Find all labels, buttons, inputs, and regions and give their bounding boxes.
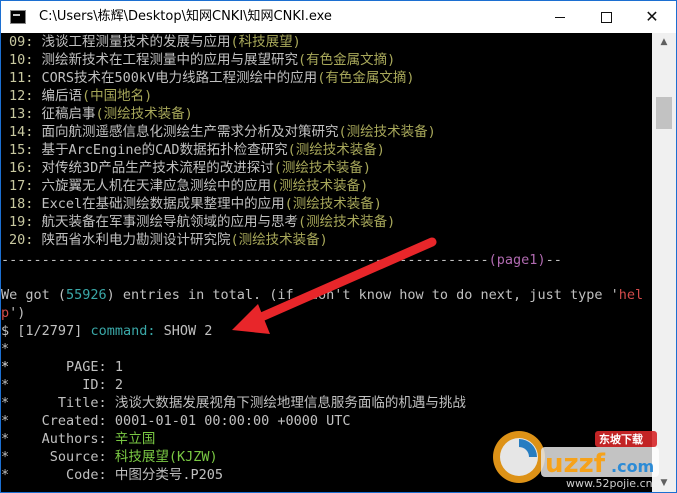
- maximize-icon: [600, 11, 612, 23]
- watermark-domain: .com: [611, 457, 654, 476]
- detail-field-page: * PAGE: 1: [1, 359, 123, 375]
- detail-field-authors: * Authors: 辛立国: [1, 431, 156, 447]
- console-app-icon: [10, 10, 26, 24]
- title-bar[interactable]: C:\Users\栋辉\Desktop\知网CNKI\知网CNKI.exe ✕: [1, 1, 676, 33]
- maximize-button[interactable]: [583, 1, 629, 33]
- vertical-scrollbar[interactable]: ▲ ▼: [652, 33, 676, 492]
- result-entry: 18: Excel在基础测绘数据成果整理中的应用(测绘技术装备): [9, 196, 382, 212]
- result-entry: 10: 测绘新技术在工程测量中的应用与展望研究(有色金属文摘): [9, 52, 396, 68]
- summary-line: We got (55926) entries in total. (if don…: [1, 287, 644, 303]
- detail-field-id: * ID: 2: [1, 377, 123, 393]
- detail-blank: *: [1, 341, 10, 357]
- result-entry: 15: 基于ArcEngine的CAD数据拓扑检查研究(测绘技术装备): [9, 142, 385, 158]
- minimize-button[interactable]: [537, 1, 583, 33]
- summary-line-wrap: p'): [1, 305, 26, 321]
- watermark-site: www.52pojie.cn: [566, 477, 653, 490]
- scroll-up-arrow-icon[interactable]: ▲: [652, 33, 676, 51]
- result-entry: 09: 浅谈工程测量技术的发展与应用(科技展望): [9, 34, 301, 50]
- page-separator: ----------------------------------------…: [1, 252, 562, 268]
- result-entry: 12: 编后语(中国地名): [9, 88, 153, 104]
- detail-field-title: * Title: 浅谈大数据发展视角下测绘地理信息服务面临的机遇与挑战: [1, 395, 466, 411]
- detail-field-source: * Source: 科技展望(KJZW): [1, 449, 218, 465]
- result-entry: 14: 面向航测遥感信息化测绘生产需求分析及对策研究(测绘技术装备): [9, 124, 436, 140]
- result-entry: 13: 征稿启事(测绘技术装备): [9, 106, 193, 122]
- watermark-brand: uzzf: [545, 449, 606, 479]
- detail-field-code: * Code: 中图分类号.P205: [1, 467, 223, 483]
- watermark-tag: 东坡下载: [599, 432, 643, 446]
- result-entry: 20: 陕西省水利电力勘测设计研究院(测绘技术装备): [9, 232, 328, 248]
- window-title: C:\Users\栋辉\Desktop\知网CNKI\知网CNKI.exe: [39, 9, 332, 24]
- close-button[interactable]: ✕: [629, 1, 675, 33]
- command-text: SHOW 2: [163, 323, 213, 339]
- result-entry: 16: 对传统3D产品生产技术流程的改进探讨(测绘技术装备): [9, 160, 372, 176]
- close-icon: ✕: [645, 7, 659, 26]
- detail-field-created: * Created: 0001-01-01 00:00:00 +0000 UTC: [1, 413, 351, 429]
- command-prompt[interactable]: $ [1/2797] command: SHOW 2: [1, 322, 212, 340]
- scrollbar-thumb[interactable]: [656, 97, 672, 129]
- console-output[interactable]: 09: 浅谈工程测量技术的发展与应用(科技展望) 10: 测绘新技术在工程测量中…: [1, 33, 652, 492]
- minimize-icon: [555, 16, 565, 18]
- result-entry: 11: CORS技术在500kV电力线路工程测绘中的应用(有色金属文摘): [9, 70, 415, 86]
- result-entry: 17: 六旋翼无人机在天津应急测绘中的应用(测绘技术装备): [9, 178, 369, 194]
- console-window: C:\Users\栋辉\Desktop\知网CNKI\知网CNKI.exe ✕ …: [0, 0, 677, 493]
- result-entry: 19: 航天装备在军事测绘导航领域的应用与思考(测绘技术装备): [9, 214, 396, 230]
